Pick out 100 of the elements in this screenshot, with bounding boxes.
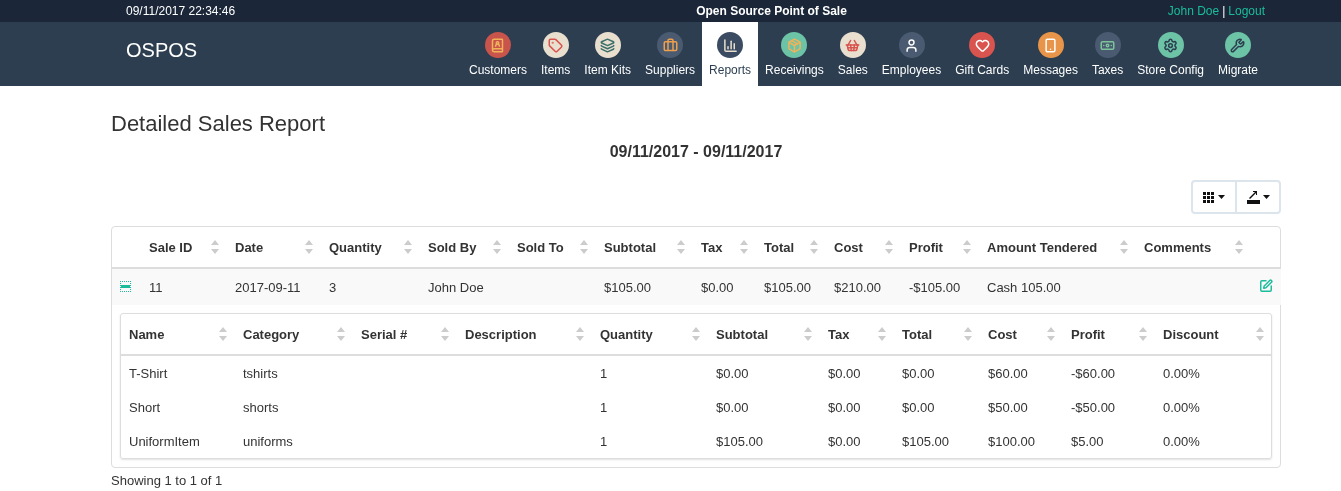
table-cell: 11: [149, 279, 163, 295]
nav-tab[interactable]: Messages: [1016, 22, 1085, 86]
sort-icon[interactable]: [580, 240, 588, 254]
nav-tab[interactable]: Migrate: [1211, 22, 1265, 86]
column-header[interactable]: Profit: [909, 239, 943, 255]
column-header[interactable]: Serial #: [361, 326, 408, 342]
export-icon: [1246, 190, 1260, 204]
table-cell: 0.00%: [1163, 365, 1200, 381]
column-header[interactable]: Quantity: [329, 239, 382, 255]
column-header[interactable]: Subtotal: [716, 326, 768, 342]
table-cell: shorts: [243, 399, 279, 415]
sort-icon[interactable]: [305, 240, 313, 254]
column-header[interactable]: Profit: [1071, 326, 1105, 342]
table-cell: 3: [329, 279, 337, 295]
logout-link[interactable]: Logout: [1228, 4, 1265, 18]
column-header[interactable]: Name: [129, 326, 165, 342]
table-cell: $0.00: [828, 365, 861, 381]
table-cell: $105.00: [604, 279, 651, 295]
brand-logo[interactable]: OSPOS: [126, 38, 198, 62]
table-cell: $0.00: [716, 399, 749, 415]
column-header[interactable]: Description: [465, 326, 537, 342]
sort-icon[interactable]: [810, 240, 818, 254]
column-header[interactable]: Amount Tendered: [987, 239, 1098, 255]
column-header[interactable]: Sold By: [428, 239, 477, 255]
sort-icon[interactable]: [885, 240, 893, 254]
column-header[interactable]: Subtotal: [604, 239, 656, 255]
column-header[interactable]: Discount: [1163, 326, 1219, 342]
sort-icon[interactable]: [677, 240, 685, 254]
export-button[interactable]: [1235, 180, 1281, 214]
sort-icon[interactable]: [493, 240, 501, 254]
nav-tab[interactable]: Suppliers: [638, 22, 703, 86]
table-cell: tshirts: [243, 365, 278, 381]
column-header[interactable]: Tax: [701, 239, 723, 255]
grid-icon: [1203, 191, 1215, 203]
sort-icon[interactable]: [337, 327, 345, 341]
edit-icon[interactable]: [1259, 278, 1273, 293]
sort-icon[interactable]: [404, 240, 412, 254]
column-header[interactable]: Date: [235, 239, 264, 255]
table-cell: UniformItem: [129, 433, 200, 449]
table-cell: John Doe: [428, 279, 484, 295]
column-header[interactable]: Tax: [828, 326, 850, 342]
table-cell: 2017-09-11: [235, 279, 301, 295]
sort-icon[interactable]: [878, 327, 886, 341]
column-header[interactable]: Cost: [834, 239, 863, 255]
nav-tab[interactable]: Customers: [462, 22, 534, 86]
briefcase-icon: [657, 32, 684, 58]
column-header[interactable]: Sold To: [517, 239, 564, 255]
table-cell: $60.00: [988, 365, 1028, 381]
person-icon: [898, 32, 925, 58]
column-header[interactable]: Cost: [988, 326, 1017, 342]
sort-icon[interactable]: [692, 327, 700, 341]
nav-tab[interactable]: Items: [534, 22, 578, 86]
nav-tab[interactable]: Reports: [702, 22, 759, 86]
sort-icon[interactable]: [963, 240, 971, 254]
sort-icon[interactable]: [964, 327, 972, 341]
nav-tab[interactable]: Taxes: [1084, 22, 1131, 86]
column-header[interactable]: Category: [243, 326, 300, 342]
table-cell: 1: [600, 365, 608, 381]
nav-tab[interactable]: Item Kits: [577, 22, 639, 86]
sort-icon[interactable]: [1120, 240, 1128, 254]
nav-tab[interactable]: Gift Cards: [948, 22, 1017, 86]
sort-icon[interactable]: [804, 327, 812, 341]
collapse-icon[interactable]: [120, 280, 131, 292]
column-header[interactable]: Quantity: [600, 326, 653, 342]
app-title: Open Source Point of Sale: [695, 4, 848, 18]
sort-icon[interactable]: [740, 240, 748, 254]
caret-icon: [1262, 195, 1270, 199]
basket-icon: [839, 32, 866, 58]
table-cell: $105.00: [902, 433, 949, 449]
sort-icon[interactable]: [211, 240, 219, 254]
date-time: 09/11/2017 22:34:46: [126, 4, 236, 18]
column-header[interactable]: Total: [902, 326, 933, 342]
table-cell: $0.00: [828, 399, 861, 415]
column-header[interactable]: Comments: [1144, 239, 1212, 255]
sort-icon[interactable]: [576, 327, 584, 341]
tag-icon: [542, 32, 569, 58]
address-book-icon: [485, 32, 511, 58]
table-cell: $50.00: [988, 399, 1028, 415]
table-cell: -$105.00: [909, 279, 961, 295]
table-cell: 0.00%: [1163, 433, 1200, 449]
nav-tab[interactable]: Store Config: [1130, 22, 1211, 86]
table-cell: -$50.00: [1071, 399, 1116, 415]
separator: |: [1222, 4, 1226, 18]
sort-icon[interactable]: [219, 327, 227, 341]
package-icon: [781, 32, 808, 58]
nav-tab[interactable]: Receivings: [758, 22, 831, 86]
user-link[interactable]: John Doe: [1167, 4, 1220, 18]
nav-tab[interactable]: Sales: [830, 22, 875, 86]
banknote-icon: [1094, 32, 1121, 58]
sort-icon[interactable]: [1047, 327, 1055, 341]
nav-tab[interactable]: Employees: [874, 22, 949, 86]
columns-button[interactable]: [1191, 180, 1237, 214]
sort-icon[interactable]: [1235, 240, 1243, 254]
column-header[interactable]: Sale ID: [149, 239, 193, 255]
column-header[interactable]: Total: [764, 239, 795, 255]
sort-icon[interactable]: [1139, 327, 1147, 341]
sort-icon[interactable]: [441, 327, 449, 341]
table-cell: $0.00: [716, 365, 749, 381]
sort-icon[interactable]: [1256, 327, 1264, 341]
table-cell: Cash 105.00: [987, 279, 1061, 295]
